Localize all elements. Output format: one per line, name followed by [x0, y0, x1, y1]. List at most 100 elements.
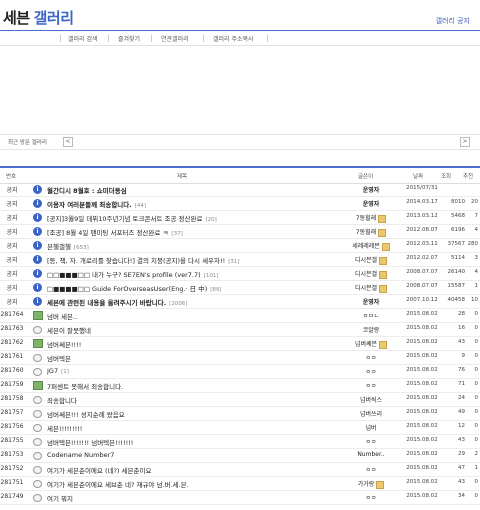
post-author[interactable]: ㅇㅇ: [342, 437, 400, 446]
post-title-link[interactable]: [등, 책, 자. 개로리를 찾습니다!] 결의 지붕(공지)을 다시 세우자!…: [47, 255, 240, 265]
gallery-title[interactable]: 세븐 갤러리: [3, 7, 74, 28]
table-row[interactable]: 공지 i 이용자 여러분들께 죄송합니다. [44] 운영자 2014.03.17 8010…: [0, 197, 480, 211]
post-author[interactable]: 넘버씩스: [342, 395, 400, 404]
post-title-link[interactable]: 세븐!!!!!!!!!: [47, 423, 85, 433]
table-row[interactable]: 공지 i [등, 책, 자. 개로리를 찾습니다!] 결의 지붕(공지)을 다시 세…: [0, 253, 480, 267]
post-author[interactable]: 디시븐갤: [342, 269, 400, 279]
post-title-link[interactable]: Codename Number7: [47, 451, 117, 459]
post-title: 죄송합니다: [47, 397, 77, 405]
comment-count[interactable]: [653]: [74, 245, 89, 251]
col-views: 조회: [441, 174, 452, 180]
post-title-link[interactable]: 월간디시 8월호 : 쇼미더동심: [47, 185, 130, 195]
post-title-link[interactable]: 세븐이 잘못했네: [47, 325, 94, 335]
post-author[interactable]: 디시븐갤: [342, 283, 400, 293]
table-row[interactable]: 281755 넘버텍븐!!!!!!! 넘버텍븐!!!!!!! ㅇㅇ 2015.08.0…: [0, 435, 480, 449]
recent-next-arrow-icon[interactable]: >: [460, 137, 470, 147]
table-row[interactable]: 공지 i 세븐에 관련된 내용을 올려주시기 바랍니다. [2006] 운영자 2007.…: [0, 295, 480, 309]
post-title-link[interactable]: □□■■■□□ 내가 누구? SE7EN's profile (ver7.7)[…: [47, 269, 218, 279]
post-title-link[interactable]: 넘버텍븐!!!!!!! 넘버텍븐!!!!!!!: [47, 437, 136, 447]
post-date: 2014.03.17: [406, 199, 438, 205]
table-row[interactable]: 공지 i □□■■■□□ 내가 누구? SE7EN's profile (ver7.…: [0, 267, 480, 281]
table-row[interactable]: 281758 죄송합니다 넘버씩스 2015.08.02 24 0: [0, 393, 480, 407]
table-row[interactable]: 공지 i 월간디시 8월호 : 쇼미더동심 운영자 2015/07/31: [0, 183, 480, 197]
post-views: 71: [458, 381, 465, 387]
post-title-link[interactable]: 넘버텍븐: [47, 353, 74, 363]
table-row[interactable]: 281753 Codename Number7 Number.. 2015.08.02…: [0, 449, 480, 463]
post-title-link[interactable]: 넘버쎄븐!!!!: [47, 339, 84, 349]
post-title: 이용자 여러분들께 죄송합니다.: [47, 201, 132, 209]
tab-related-galleries[interactable]: 연관갤러리: [161, 34, 189, 43]
post-author[interactable]: ㅇㅇ: [342, 353, 400, 362]
post-author[interactable]: ㅇㅁㄴ: [342, 311, 400, 320]
post-number: 281753: [0, 451, 24, 458]
post-author[interactable]: 운영자: [342, 185, 400, 194]
table-row[interactable]: 281763 세븐이 잘못했네 코알랑 2015.08.02 16 0: [0, 323, 480, 337]
post-views: 9: [461, 353, 466, 359]
post-title-link[interactable]: JG7 [1]: [47, 367, 69, 375]
post-author[interactable]: 운영자: [342, 199, 400, 208]
table-row[interactable]: 281759 7퍼센트 못해서 죄송합니다. ㅇㅇ 2015.08.02 71 0: [0, 379, 480, 393]
post-author[interactable]: 세레레레븐: [342, 241, 400, 251]
tab-gallery-search[interactable]: 갤러리 검색: [68, 34, 98, 43]
table-row[interactable]: 281756 세븐!!!!!!!!! 넘버 2015.08.02 12 0: [0, 421, 480, 435]
post-author[interactable]: ㅇㅇ: [342, 381, 400, 390]
comment-count[interactable]: [2006]: [169, 301, 187, 307]
table-row[interactable]: 281762 넘버쎄븐!!!! 넘버쎄븐 2015.08.02 43 0: [0, 337, 480, 351]
post-author[interactable]: 7동힐래: [342, 213, 400, 223]
post-author[interactable]: 가가랑: [342, 479, 400, 489]
table-row[interactable]: 281761 넘버텍븐 ㅇㅇ 2015.08.02 9 0: [0, 351, 480, 365]
text-post-icon: [33, 410, 42, 418]
post-title-link[interactable]: 븐챌갤챌 [653]: [47, 241, 89, 251]
table-row[interactable]: 281764 넘버 세븐.. ㅇㅁㄴ 2015.08.02 28 0: [0, 309, 480, 323]
comment-count[interactable]: [20]: [205, 217, 216, 223]
post-title-link[interactable]: 여기가 세븐춘이에요 (네?) 세븐춘이요: [47, 465, 154, 475]
post-title-link[interactable]: 넘버쎄븐!!! 성지순례 왔음요: [47, 409, 128, 419]
post-title-link[interactable]: 7퍼센트 못해서 죄송합니다.: [47, 381, 126, 391]
post-author[interactable]: 운영자: [342, 297, 400, 306]
table-row[interactable]: 281757 넘버쎄븐!!! 성지순례 왔음요 넘버쓰리 2015.08.02 49 0: [0, 407, 480, 421]
post-title-link[interactable]: 죄송합니다: [47, 395, 80, 405]
post-author[interactable]: ㅇㅇ: [342, 367, 400, 376]
comment-count[interactable]: [89]: [210, 287, 221, 293]
post-title-link[interactable]: 여기가 세븐춘이에요 세브춘 네? 재규야 넘.버.세.븐.: [47, 479, 192, 489]
post-title-link[interactable]: 여기 뭐지: [47, 493, 76, 503]
post-author[interactable]: 넘버쎄븐: [342, 339, 400, 349]
comment-count[interactable]: [37]: [171, 231, 182, 237]
post-author[interactable]: ㅇㅇ: [342, 465, 400, 474]
table-row[interactable]: 281752 여기가 세븐춘이에요 (네?) 세븐춘이요 ㅇㅇ 2015.08.02 4…: [0, 463, 480, 477]
author-name: 운영자: [362, 187, 380, 194]
table-row[interactable]: 281749 여기 뭐지 ㅇㅇ 2015.08.02 34 0: [0, 491, 480, 505]
comment-count[interactable]: [31]: [228, 259, 239, 265]
tab-favorites[interactable]: 즐겨찾기: [118, 34, 140, 43]
post-author[interactable]: 7동힐래: [342, 227, 400, 237]
comment-count[interactable]: [101]: [204, 273, 219, 279]
table-row[interactable]: 281751 여기가 세븐춘이에요 세브춘 네? 재규야 넘.버.세.븐. 가가랑 2…: [0, 477, 480, 491]
comment-count[interactable]: [44]: [135, 203, 146, 209]
table-row[interactable]: 공지 i [조공] 8월 4일 팬미팅 서포터즈 정산완료 ㅋ [37] 7동힐래 201…: [0, 225, 480, 239]
table-row[interactable]: 공지 i □■■■■□□ Guide ForOverseasUser(Eng.· 日…: [0, 281, 480, 295]
tab-copy-address[interactable]: 갤러리 주소복사: [213, 34, 254, 43]
post-recommend: 0: [474, 409, 479, 415]
table-row[interactable]: 281760 JG7 [1] ㅇㅇ 2015.08.02 76 0: [0, 365, 480, 379]
post-title-link[interactable]: 이용자 여러분들께 죄송합니다. [44]: [47, 199, 146, 209]
post-title: 넘버쎄븐!!!!: [47, 341, 82, 349]
gallery-user-badge-icon: [379, 340, 388, 349]
post-author[interactable]: Number..: [342, 451, 400, 458]
post-title-link[interactable]: 넘버 세븐..: [47, 311, 80, 321]
table-row[interactable]: 공지 i [공지]3월9일 데뷔10주년기념 토크콘서트 조공 정산완료 [20] 7동…: [0, 211, 480, 225]
post-date: 2015.08.02: [406, 451, 438, 457]
post-title-link[interactable]: □■■■■□□ Guide ForOverseasUser(Eng.· 日 中)…: [47, 283, 222, 293]
post-title-link[interactable]: [조공] 8월 4일 팬미팅 서포터즈 정산완료 ㅋ [37]: [47, 227, 183, 237]
post-author[interactable]: 디시븐갤: [342, 255, 400, 265]
post-author[interactable]: 넘버: [342, 423, 400, 432]
table-row[interactable]: 공지 i 븐챌갤챌 [653] 세레레레븐 2012.03.11 37567 280: [0, 239, 480, 253]
post-author[interactable]: 코알랑: [342, 325, 400, 334]
gallery-notice-link[interactable]: 갤러리 공지: [436, 16, 470, 26]
post-author[interactable]: 넘버쓰리: [342, 409, 400, 418]
post-author[interactable]: ㅇㅇ: [342, 493, 400, 502]
recent-prev-arrow-icon[interactable]: <: [63, 137, 73, 147]
comment-count[interactable]: [1]: [61, 369, 69, 375]
post-title: 7퍼센트 못해서 죄송합니다.: [47, 383, 124, 391]
post-title-link[interactable]: 세븐에 관련된 내용을 올려주시기 바랍니다. [2006]: [47, 297, 187, 307]
post-title-link[interactable]: [공지]3월9일 데뷔10주년기념 토크콘서트 조공 정산완료 [20]: [47, 213, 217, 223]
